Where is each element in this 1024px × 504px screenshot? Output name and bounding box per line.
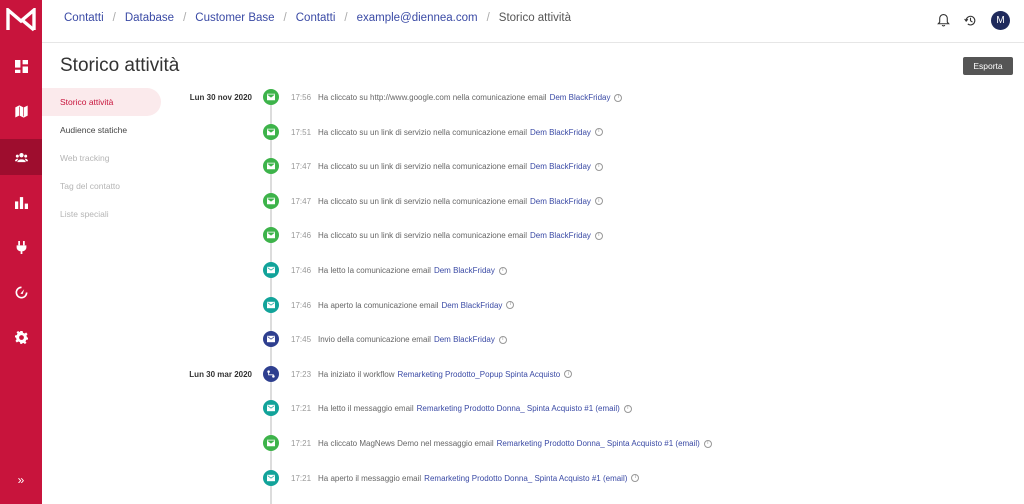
timeline-description: Ha cliccato su un link di servizio nella… bbox=[318, 162, 527, 172]
mail-icon bbox=[263, 435, 279, 451]
timeline-link[interactable]: Remarketing Prodotto Donna_ Spinta Acqui… bbox=[497, 439, 700, 448]
timeline-link[interactable]: Dem BlackFriday bbox=[530, 162, 591, 171]
workflow-icon bbox=[263, 365, 279, 382]
info-icon[interactable]: i bbox=[594, 231, 603, 240]
timeline-time: 17:21 bbox=[291, 404, 312, 414]
info-icon[interactable]: i bbox=[498, 266, 507, 275]
timeline-time: 17:47 bbox=[291, 196, 312, 206]
timeline-link[interactable]: Dem BlackFriday bbox=[442, 301, 503, 310]
timeline-row: 17:46 Ha letto la comunicazione email Dem … bbox=[0, 262, 1024, 280]
mail-icon bbox=[263, 123, 279, 140]
info-icon[interactable]: i bbox=[564, 370, 573, 379]
mail-open-icon bbox=[263, 296, 279, 313]
info-icon[interactable]: i bbox=[631, 474, 640, 483]
timeline-description: Ha cliccato su un link di servizio nella… bbox=[318, 231, 527, 241]
info-icon[interactable]: i bbox=[623, 404, 632, 413]
timeline-description: Invio della comunicazione email bbox=[318, 335, 431, 345]
timeline-link[interactable]: Dem BlackFriday bbox=[530, 128, 591, 137]
timeline-description: Ha iniziato il workflow bbox=[318, 369, 395, 379]
info-icon[interactable]: i bbox=[506, 301, 515, 310]
timeline-text: Ha letto il messaggio email Remarketing P… bbox=[318, 404, 632, 413]
timeline-row: Lun 30 mar 2020 17:23 Ha iniziato il workf… bbox=[0, 365, 1024, 384]
timeline-time: 17:23 bbox=[291, 369, 312, 379]
timeline-time: 17:21 bbox=[291, 473, 312, 483]
timeline-text: Ha aperto il messaggio email Remarketing … bbox=[318, 473, 640, 483]
timeline-text: Ha aperto la comunicazione email Dem Blac… bbox=[318, 300, 515, 310]
timeline-text: Ha cliccato su un link di servizio nella… bbox=[318, 128, 603, 137]
mail-open-icon bbox=[263, 262, 279, 278]
mail-send-icon bbox=[263, 331, 279, 348]
timeline-link[interactable]: Remarketing Prodotto Donna_ Spinta Acqui… bbox=[424, 474, 627, 483]
timeline-time: 17:46 bbox=[291, 231, 312, 241]
timeline-row: 17:47 Ha cliccato su un link di servizio … bbox=[0, 192, 1024, 211]
timeline-description: Ha cliccato MagNews Demo nel messaggio e… bbox=[318, 439, 494, 448]
timeline-time: 17:56 bbox=[291, 93, 312, 102]
timeline-text: Ha cliccato su un link di servizio nella… bbox=[318, 197, 603, 206]
timeline-text: Ha letto la comunicazione email Dem Black… bbox=[318, 266, 507, 275]
timeline-description: Ha aperto il messaggio email bbox=[318, 473, 422, 483]
timeline-date: Lun 30 nov 2020 bbox=[189, 93, 252, 102]
timeline-time: 17:21 bbox=[291, 439, 312, 448]
timeline-text: Ha cliccato MagNews Demo nel messaggio e… bbox=[318, 439, 712, 448]
timeline-link[interactable]: Dem BlackFriday bbox=[434, 335, 495, 344]
info-icon[interactable]: i bbox=[594, 128, 603, 137]
timeline-text: Ha iniziato il workflow Remarketing Prodo… bbox=[318, 369, 573, 379]
timeline-description: Ha letto la comunicazione email bbox=[318, 266, 431, 275]
mail-icon bbox=[263, 158, 279, 175]
timeline-text: Invio della comunicazione email Dem Black… bbox=[318, 335, 507, 344]
timeline-time: 17:51 bbox=[291, 127, 312, 137]
timeline-time: 17:46 bbox=[291, 266, 312, 275]
activity-timeline: Lun 30 nov 2020 17:56 Ha cliccato su http:… bbox=[0, 0, 1024, 504]
timeline-row: 17:45 Invio della comunicazione email Dem … bbox=[0, 331, 1024, 349]
timeline-time: 17:47 bbox=[291, 162, 312, 172]
mail-open-icon bbox=[263, 400, 279, 417]
mail-icon bbox=[263, 227, 279, 244]
mail-open-icon bbox=[263, 469, 279, 486]
timeline-description: Ha cliccato su http://www.google.com nel… bbox=[318, 93, 547, 102]
timeline-date: Lun 30 mar 2020 bbox=[189, 369, 252, 379]
mail-icon bbox=[263, 192, 279, 209]
timeline-row: 17:46 Ha aperto la comunicazione email Dem… bbox=[0, 296, 1024, 315]
info-icon[interactable]: i bbox=[594, 197, 603, 206]
timeline-row: 17:21 Ha letto il messaggio email Remarket… bbox=[0, 400, 1024, 418]
info-icon[interactable]: i bbox=[594, 162, 603, 171]
timeline-row: 17:46 Ha cliccato su un link di servizio … bbox=[0, 227, 1024, 245]
timeline-link[interactable]: Remarketing Prodotto_Popup Spinta Acquis… bbox=[397, 370, 560, 379]
timeline-text: Ha cliccato su un link di servizio nella… bbox=[318, 162, 603, 171]
info-icon[interactable]: i bbox=[614, 93, 623, 102]
timeline-link[interactable]: Remarketing Prodotto Donna_ Spinta Acqui… bbox=[417, 404, 620, 413]
timeline-link[interactable]: Dem BlackFriday bbox=[530, 231, 591, 240]
timeline-row: 17:21 Ha cliccato MagNews Demo nel messag… bbox=[0, 435, 1024, 453]
info-icon[interactable]: i bbox=[498, 335, 507, 344]
timeline-description: Ha aperto la comunicazione email bbox=[318, 300, 439, 310]
timeline-text: Ha cliccato su un link di servizio nella… bbox=[318, 231, 603, 240]
timeline-description: Ha cliccato su un link di servizio nella… bbox=[318, 127, 527, 137]
timeline-text: Ha cliccato su http://www.google.com nel… bbox=[318, 93, 623, 102]
timeline-description: Ha cliccato su un link di servizio nella… bbox=[318, 196, 527, 206]
timeline-time: 17:46 bbox=[291, 300, 312, 310]
timeline-link[interactable]: Dem BlackFriday bbox=[530, 197, 591, 206]
mail-icon bbox=[263, 89, 279, 105]
timeline-row: 17:47 Ha cliccato su un link di servizio … bbox=[0, 158, 1024, 176]
timeline-description: Ha letto il messaggio email bbox=[318, 404, 414, 414]
timeline-time: 17:45 bbox=[291, 335, 312, 345]
timeline-link[interactable]: Dem BlackFriday bbox=[550, 93, 611, 102]
timeline-row: Lun 30 nov 2020 17:56 Ha cliccato su http:… bbox=[0, 89, 1024, 107]
info-icon[interactable]: i bbox=[703, 439, 712, 448]
timeline-row: 17:21 Ha aperto il messaggio email Remarke… bbox=[0, 469, 1024, 488]
timeline-link[interactable]: Dem BlackFriday bbox=[434, 266, 495, 275]
timeline-row: 17:51 Ha cliccato su un link di servizio … bbox=[0, 123, 1024, 142]
